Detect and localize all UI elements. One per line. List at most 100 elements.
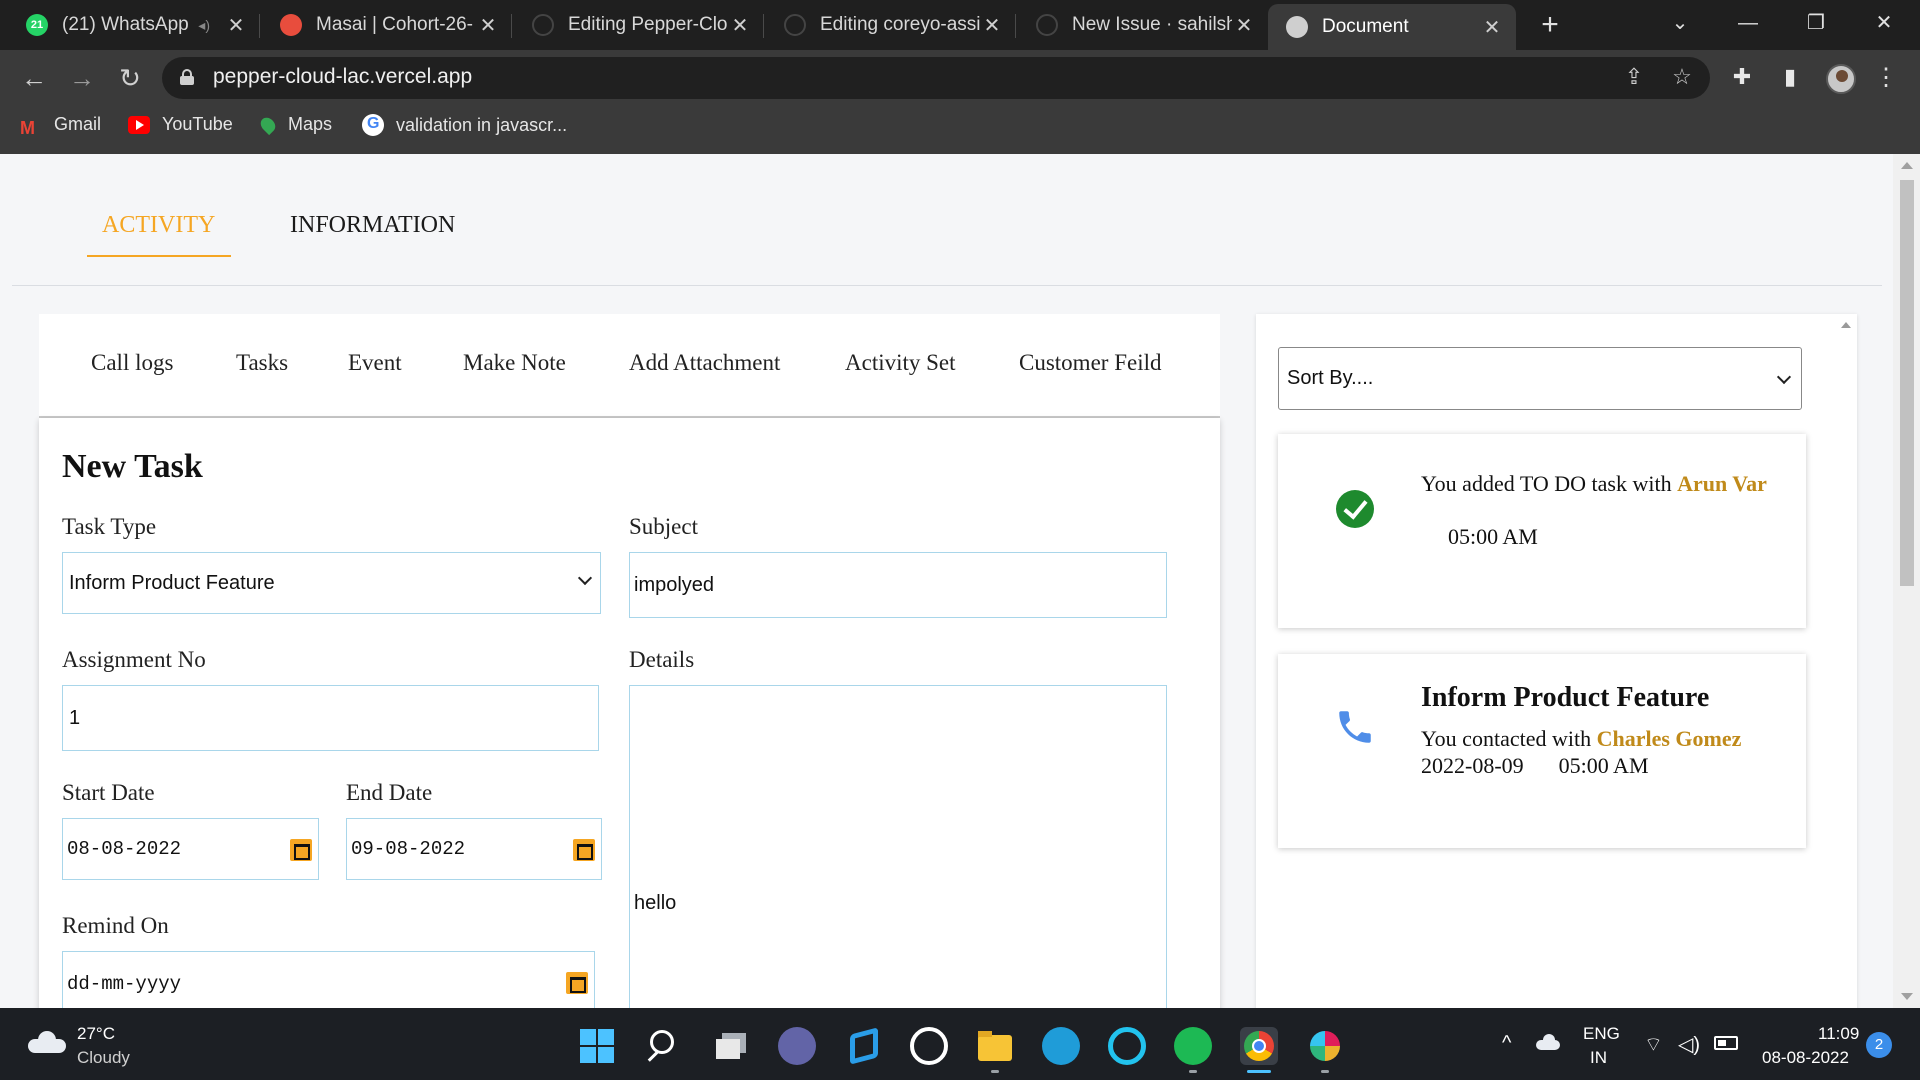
windows-start-icon[interactable]: [578, 1027, 616, 1065]
lang-top[interactable]: ENG: [1583, 1024, 1620, 1044]
github-desktop-icon[interactable]: [910, 1027, 948, 1065]
task-type-select[interactable]: Inform Product Feature: [62, 552, 601, 614]
browser-tab-editing-pepper[interactable]: Editing Pepper-Clo ✕: [514, 4, 764, 46]
close-icon[interactable]: ✕: [476, 13, 500, 38]
edge-icon[interactable]: [1042, 1027, 1080, 1065]
github-icon: [784, 14, 806, 36]
activity-datetime: 2022-08-09 05:00 AM: [1421, 753, 1649, 779]
close-icon[interactable]: ✕: [728, 13, 752, 38]
google-icon: G: [362, 114, 384, 136]
minimize-icon[interactable]: —: [1728, 8, 1768, 38]
sort-by-select[interactable]: Sort By....: [1278, 347, 1802, 410]
notification-badge[interactable]: 2: [1866, 1032, 1892, 1058]
details-label: Details: [629, 647, 695, 672]
chevron-up-icon[interactable]: ^: [1502, 1032, 1511, 1055]
file-explorer-icon[interactable]: [976, 1027, 1014, 1065]
subtab-tasks[interactable]: Tasks: [236, 350, 288, 376]
subtab-event[interactable]: Event: [348, 350, 402, 376]
active-tab-underline: [87, 255, 231, 257]
reload-icon[interactable]: ↻: [110, 62, 150, 94]
remind-on-value: dd-mm-yyyy: [67, 973, 182, 995]
slack-icon[interactable]: [1306, 1027, 1344, 1065]
close-icon[interactable]: ✕: [1480, 15, 1504, 40]
chrome-icon[interactable]: [1240, 1027, 1278, 1065]
gmail-icon: M: [20, 117, 35, 138]
sort-by-value: Sort By....: [1287, 367, 1374, 389]
wifi-icon[interactable]: ⌔: [1644, 1032, 1663, 1057]
window-close-icon[interactable]: ✕: [1864, 8, 1904, 38]
teams-chat-icon[interactable]: [778, 1027, 816, 1065]
browser-tab-whatsapp[interactable]: 21 (21) WhatsApp ◂) ✕: [8, 4, 260, 46]
bookmark-google-search[interactable]: G validation in javascr...: [362, 114, 567, 136]
start-date-label: Start Date: [62, 780, 155, 805]
remind-on-input[interactable]: dd-mm-yyyy: [62, 951, 595, 1008]
mute-icon[interactable]: ◂): [198, 17, 210, 34]
lang-bottom[interactable]: IN: [1590, 1048, 1607, 1068]
page-scrollbar[interactable]: [1893, 154, 1920, 1008]
vscode-icon[interactable]: [844, 1027, 882, 1065]
subtab-add-attachment[interactable]: Add Attachment: [629, 350, 780, 376]
side-panel-icon[interactable]: ▮: [1774, 64, 1806, 90]
subtab-activity-set[interactable]: Activity Set: [845, 350, 956, 376]
subtab-make-note[interactable]: Make Note: [463, 350, 566, 376]
url-text[interactable]: pepper-cloud-lac.vercel.app: [213, 65, 472, 89]
close-icon[interactable]: ✕: [980, 13, 1004, 38]
bookmark-label: YouTube: [162, 114, 233, 134]
weather-temp[interactable]: 27°C: [77, 1024, 115, 1044]
scrollbar-thumb[interactable]: [1900, 180, 1914, 586]
task-view-icon[interactable]: [712, 1027, 750, 1065]
back-arrow-icon[interactable]: ←: [14, 62, 54, 94]
calendar-icon[interactable]: [573, 839, 595, 861]
clock-time[interactable]: 11:09: [1818, 1024, 1859, 1044]
subtab-customer-feild[interactable]: Customer Feild: [1019, 350, 1161, 376]
clock-date[interactable]: 08-08-2022: [1762, 1048, 1849, 1068]
close-icon[interactable]: ✕: [224, 13, 248, 38]
weather-desc[interactable]: Cloudy: [77, 1048, 130, 1068]
extensions-puzzle-icon[interactable]: ✚: [1726, 64, 1758, 90]
tab-information[interactable]: INFORMATION: [290, 212, 455, 239]
spotify-icon[interactable]: [1174, 1027, 1212, 1065]
activity-card-task[interactable]: You added TO DO task with Arun Var 05:00…: [1278, 434, 1806, 628]
taskbar: [0, 1008, 1920, 1080]
assignment-no-input[interactable]: 1: [62, 685, 599, 751]
activity-person[interactable]: Charles Gomez: [1597, 726, 1742, 751]
activity-card-call[interactable]: Inform Product Feature You contacted wit…: [1278, 654, 1806, 848]
panel-scrollbar[interactable]: [1835, 314, 1857, 1008]
alexa-icon[interactable]: [1108, 1027, 1146, 1065]
tab-label: New Issue · sahilshe: [1072, 14, 1232, 35]
profile-avatar[interactable]: [1826, 64, 1856, 94]
bookmark-maps[interactable]: Maps: [257, 114, 332, 135]
restore-icon[interactable]: ❐: [1796, 8, 1836, 38]
bookmark-youtube[interactable]: YouTube: [128, 114, 233, 135]
battery-icon[interactable]: [1714, 1036, 1738, 1050]
details-textarea[interactable]: hello: [629, 685, 1167, 1008]
star-bookmark-icon[interactable]: ☆: [1666, 64, 1698, 90]
browser-tab-masai[interactable]: Masai | Cohort-26- ✕: [262, 4, 512, 46]
browser-tab-new-issue[interactable]: New Issue · sahilshe ✕: [1018, 4, 1268, 46]
cloud-weather-icon[interactable]: [28, 1031, 66, 1053]
search-icon[interactable]: [644, 1027, 682, 1065]
end-date-input[interactable]: 09-08-2022: [346, 818, 602, 880]
subtab-call-logs[interactable]: Call logs: [91, 350, 173, 376]
activity-person[interactable]: Arun Var: [1677, 471, 1767, 496]
tab-label: Document: [1322, 16, 1409, 37]
forward-arrow-icon[interactable]: →: [62, 62, 102, 94]
onedrive-cloud-icon[interactable]: [1536, 1034, 1562, 1050]
browser-tab-editing-coreyo[interactable]: Editing coreyo-assi ✕: [766, 4, 1016, 46]
new-tab-plus-icon[interactable]: +: [1535, 8, 1565, 42]
calendar-icon[interactable]: [290, 839, 312, 861]
top-tabs: ACTIVITY INFORMATION: [0, 154, 1893, 286]
tab-activity[interactable]: ACTIVITY: [102, 212, 215, 239]
lock-icon[interactable]: [180, 69, 194, 85]
subject-input[interactable]: impolyed: [629, 552, 1167, 618]
start-date-input[interactable]: 08-08-2022: [62, 818, 319, 880]
bookmark-gmail[interactable]: M Gmail: [20, 114, 101, 138]
more-menu-icon[interactable]: ⋮: [1874, 62, 1898, 94]
volume-icon[interactable]: ◁): [1678, 1032, 1700, 1057]
share-icon[interactable]: ⇪: [1618, 64, 1650, 90]
browser-tab-document[interactable]: Document ✕: [1268, 4, 1516, 50]
task-type-label: Task Type: [62, 514, 157, 539]
close-icon[interactable]: ✕: [1232, 13, 1256, 38]
calendar-icon[interactable]: [566, 972, 588, 994]
tab-search-chevron-icon[interactable]: ⌄: [1660, 8, 1700, 38]
